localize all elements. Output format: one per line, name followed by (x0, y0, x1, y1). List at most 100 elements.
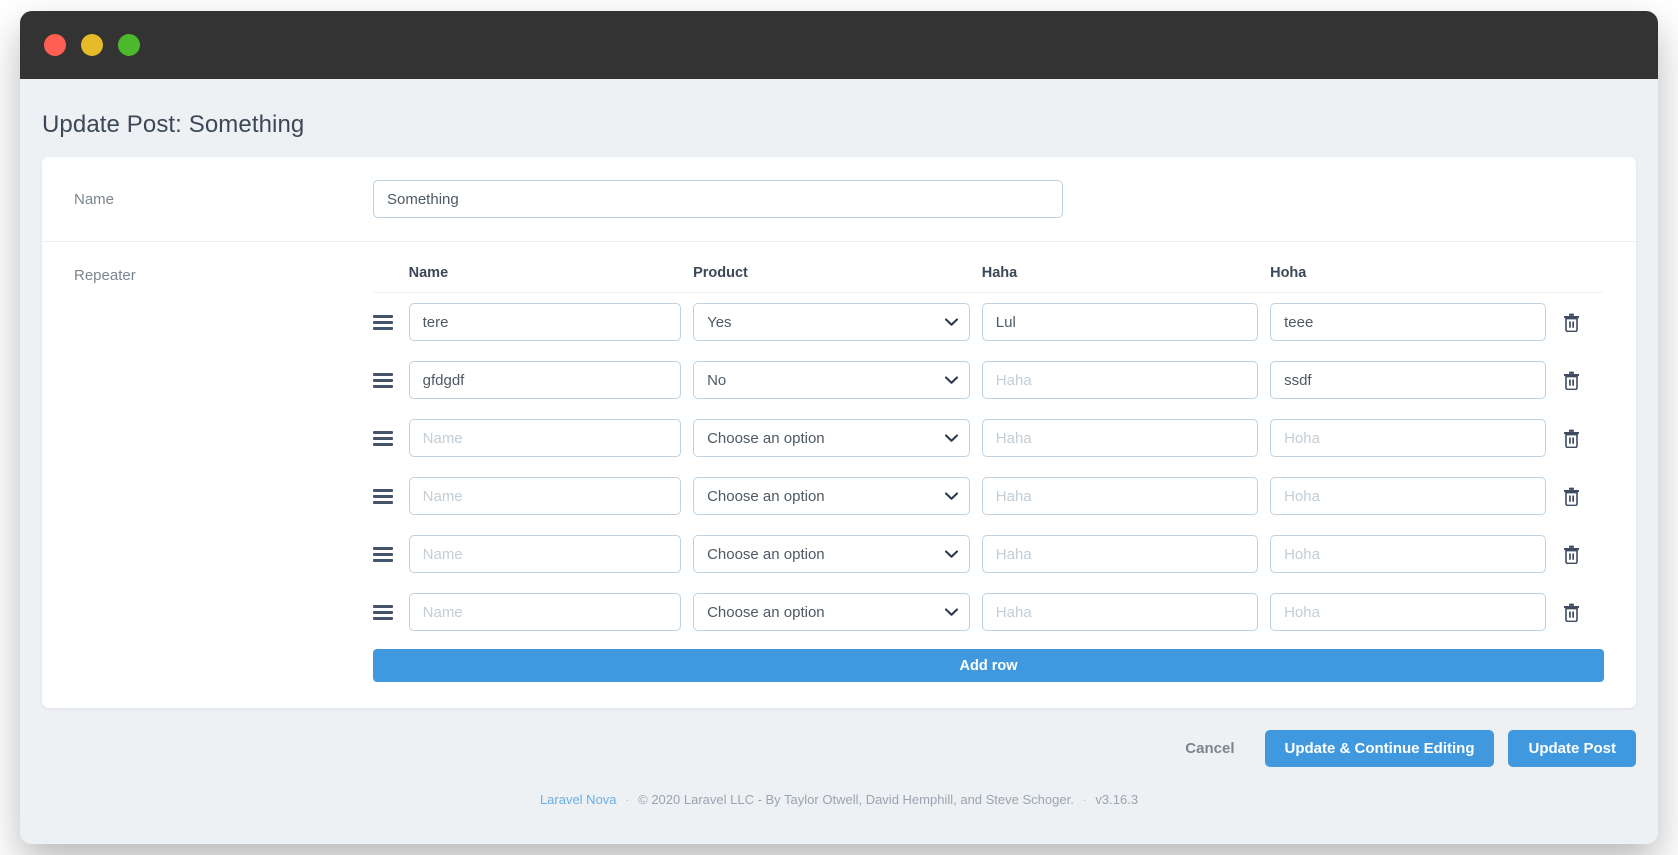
delete-row-button[interactable] (1558, 429, 1584, 448)
repeater-row-handle-cell (373, 467, 409, 525)
drag-handle-icon[interactable] (373, 430, 393, 446)
field-row-name: Name (42, 157, 1636, 242)
repeater-rows: Choose an optionYesNo Choose an optionYes… (373, 293, 1604, 642)
repeater-field-label: Repeater (74, 267, 136, 284)
repeater-product-select-wrap: Choose an optionYesNo (693, 361, 970, 399)
repeater-name-input[interactable] (408, 303, 682, 341)
trash-icon (1563, 371, 1579, 390)
repeater-cell-haha (981, 293, 1270, 352)
minimize-window-button[interactable] (81, 34, 103, 56)
repeater-cell-hoha (1270, 351, 1558, 409)
name-input[interactable] (373, 180, 1063, 218)
delete-row-button[interactable] (1558, 487, 1584, 506)
form-actions: Cancel Update & Continue Editing Update … (42, 708, 1636, 767)
page-title: Update Post: Something (42, 111, 305, 138)
repeater-haha-input[interactable] (981, 593, 1259, 631)
drag-handle-icon[interactable] (373, 314, 393, 330)
repeater-hoha-input[interactable] (1270, 361, 1547, 399)
repeater-header: Name Product Haha Hoha (373, 265, 1604, 293)
repeater-cell-name (408, 525, 693, 583)
repeater-cell-name (408, 351, 693, 409)
repeater-haha-input[interactable] (981, 361, 1259, 399)
name-field-label: Name (74, 190, 115, 208)
repeater-row-handle-cell (373, 525, 409, 583)
repeater-product-select-wrap: Choose an optionYesNo (693, 593, 970, 631)
trash-icon (1563, 429, 1579, 448)
repeater-cell-delete (1558, 351, 1604, 409)
footer: Laravel Nova · © 2020 Laravel LLC - By T… (42, 767, 1636, 807)
repeater-row: Choose an optionYesNo (373, 293, 1604, 352)
footer-copyright: © 2020 Laravel LLC - By Taylor Otwell, D… (638, 792, 1074, 807)
repeater-haha-input[interactable] (981, 477, 1259, 515)
drag-handle-icon[interactable] (373, 604, 393, 620)
repeater-hoha-input[interactable] (1270, 303, 1547, 341)
repeater-cell-haha (981, 467, 1270, 525)
repeater-name-input[interactable] (408, 535, 682, 573)
name-field-control (373, 180, 1604, 218)
repeater-hoha-input[interactable] (1270, 477, 1547, 515)
repeater-product-select-wrap: Choose an optionYesNo (693, 477, 970, 515)
repeater-cell-product: Choose an optionYesNo (693, 583, 982, 641)
trash-icon (1563, 487, 1579, 506)
maximize-window-button[interactable] (118, 34, 140, 56)
repeater-product-select[interactable]: Choose an optionYesNo (693, 303, 970, 341)
footer-separator-2: · (1082, 792, 1087, 807)
repeater-name-input[interactable] (408, 419, 682, 457)
repeater-product-select[interactable]: Choose an optionYesNo (693, 593, 970, 631)
repeater-product-select-wrap: Choose an optionYesNo (693, 419, 970, 457)
repeater-row: Choose an optionYesNo (373, 467, 1604, 525)
repeater-column-header-product: Product (693, 265, 982, 293)
repeater-product-select[interactable]: Choose an optionYesNo (693, 361, 970, 399)
repeater-haha-input[interactable] (981, 303, 1259, 341)
add-row-button[interactable]: Add row (373, 649, 1604, 682)
repeater-product-select[interactable]: Choose an optionYesNo (693, 419, 970, 457)
repeater-row-handle-cell (373, 351, 409, 409)
repeater-row: Choose an optionYesNo (373, 409, 1604, 467)
delete-row-button[interactable] (1558, 371, 1584, 390)
repeater-hoha-input[interactable] (1270, 593, 1547, 631)
repeater-product-select-wrap: Choose an optionYesNo (693, 303, 970, 341)
repeater-cell-haha (981, 525, 1270, 583)
repeater-row-handle-cell (373, 293, 409, 352)
repeater-row: Choose an optionYesNo (373, 583, 1604, 641)
delete-row-button[interactable] (1558, 545, 1584, 564)
repeater-cell-hoha (1270, 467, 1558, 525)
repeater-cell-delete (1558, 583, 1604, 641)
repeater-cell-product: Choose an optionYesNo (693, 409, 982, 467)
update-post-button[interactable]: Update Post (1508, 730, 1636, 767)
drag-handle-icon[interactable] (373, 546, 393, 562)
laravel-nova-link[interactable]: Laravel Nova (540, 792, 617, 807)
repeater-name-input[interactable] (408, 477, 682, 515)
repeater-cell-delete (1558, 525, 1604, 583)
window-titlebar (20, 11, 1658, 79)
trash-icon (1563, 545, 1579, 564)
close-window-button[interactable] (44, 34, 66, 56)
repeater-product-select[interactable]: Choose an optionYesNo (693, 477, 970, 515)
repeater-row: Choose an optionYesNo (373, 351, 1604, 409)
repeater-body: Name Product Haha Hoha Choose an optionY… (373, 265, 1604, 682)
repeater-hoha-input[interactable] (1270, 535, 1547, 573)
delete-row-button[interactable] (1558, 603, 1584, 622)
repeater-cell-name (408, 583, 693, 641)
repeater-header-delete (1558, 265, 1604, 293)
drag-handle-icon[interactable] (373, 488, 393, 504)
repeater-cell-hoha (1270, 583, 1558, 641)
field-row-repeater: Repeater Name Product Haha Hoha tere Yes… (42, 242, 1636, 708)
cancel-button[interactable]: Cancel (1169, 730, 1250, 767)
repeater-cell-product: Choose an optionYesNo (693, 525, 982, 583)
delete-row-button[interactable] (1558, 313, 1584, 332)
repeater-cell-delete (1558, 293, 1604, 352)
repeater-haha-input[interactable] (981, 419, 1259, 457)
update-and-continue-button[interactable]: Update & Continue Editing (1264, 730, 1495, 767)
repeater-product-select[interactable]: Choose an optionYesNo (693, 535, 970, 573)
trash-icon (1563, 313, 1579, 332)
repeater-name-input[interactable] (408, 593, 682, 631)
drag-handle-icon[interactable] (373, 372, 393, 388)
footer-version: v3.16.3 (1095, 792, 1139, 807)
repeater-name-input[interactable] (408, 361, 682, 399)
repeater-haha-input[interactable] (981, 535, 1259, 573)
repeater-hoha-input[interactable] (1270, 419, 1547, 457)
browser-window: Update Post: Something Name Repeater (20, 11, 1658, 844)
repeater-cell-haha (981, 409, 1270, 467)
repeater-cell-hoha (1270, 293, 1558, 352)
